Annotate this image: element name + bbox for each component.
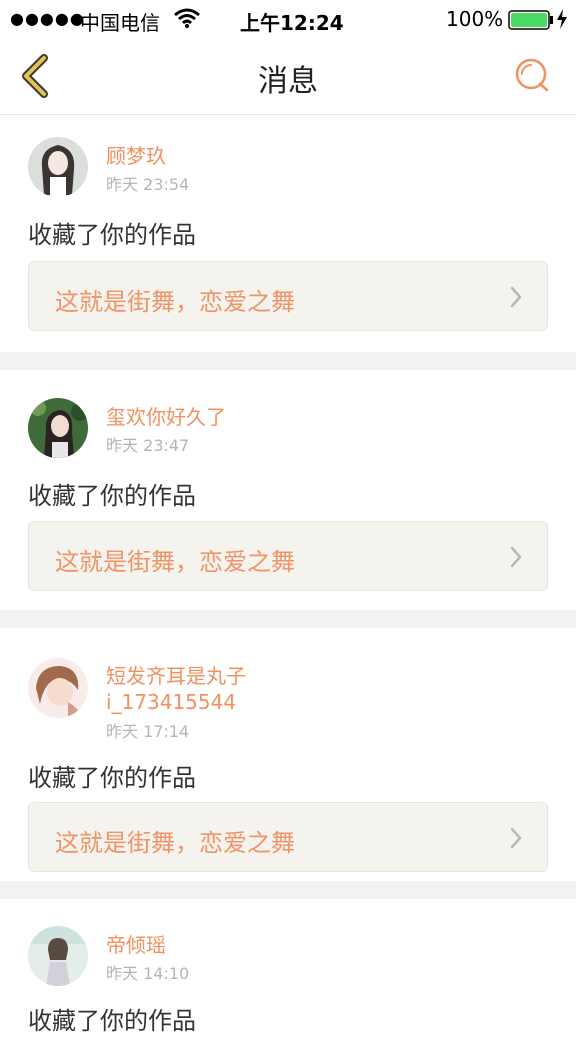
navigation-bar: 消息 <box>0 38 576 115</box>
message-action: 收藏了你的作品 <box>28 221 196 249</box>
sender-name[interactable]: 顾梦玖 <box>106 144 166 168</box>
work-title: 这就是街舞，恋爱之舞 <box>55 548 295 576</box>
message-time: 昨天 14:10 <box>106 964 190 983</box>
charging-icon <box>556 9 568 34</box>
message-action: 收藏了你的作品 <box>28 482 196 510</box>
sender-name[interactable]: 玺欢你好久了 <box>106 405 226 429</box>
carrier-name: 中国电信 <box>80 11 160 35</box>
message-card: 短发齐耳是丸子 i_173415544 昨天 17:14 收藏了你的作品 这就是… <box>0 628 576 881</box>
message-action: 收藏了你的作品 <box>28 1007 196 1035</box>
message-card: 帝倾瑶 昨天 14:10 收藏了你的作品 <box>0 899 576 1039</box>
wifi-icon <box>174 7 200 34</box>
card-separator <box>0 352 576 370</box>
chevron-right-icon <box>510 286 522 308</box>
sender-name-line2[interactable]: i_173415544 <box>106 690 236 714</box>
message-list: 顾梦玖 昨天 23:54 收藏了你的作品 这就是街舞，恋爱之舞 玺欢你好久了 昨… <box>0 115 576 1039</box>
status-bar: ●●●●● 中国电信 上午12:24 100% <box>0 0 576 38</box>
search-icon <box>515 58 549 92</box>
message-time: 昨天 23:54 <box>106 175 190 194</box>
chevron-right-icon <box>510 546 522 568</box>
status-time: 上午12:24 <box>240 11 344 35</box>
work-title: 这就是街舞，恋爱之舞 <box>55 829 295 857</box>
work-link[interactable]: 这就是街舞，恋爱之舞 <box>28 261 548 331</box>
work-title: 这就是街舞，恋爱之舞 <box>55 288 295 316</box>
message-card: 顾梦玖 昨天 23:54 收藏了你的作品 这就是街舞，恋爱之舞 <box>0 115 576 352</box>
signal-strength: ●●●●● <box>10 9 85 28</box>
sender-name[interactable]: 帝倾瑶 <box>106 933 166 957</box>
chevron-right-icon <box>510 827 522 849</box>
avatar[interactable] <box>28 658 88 718</box>
message-action: 收藏了你的作品 <box>28 764 196 792</box>
message-time: 昨天 17:14 <box>106 722 190 741</box>
avatar[interactable] <box>28 398 88 458</box>
battery-percent: 100% <box>446 7 504 31</box>
battery-icon <box>508 10 554 35</box>
card-separator <box>0 610 576 628</box>
avatar[interactable] <box>28 926 88 986</box>
page-title: 消息 <box>258 64 318 99</box>
work-link[interactable]: 这就是街舞，恋爱之舞 <box>28 521 548 591</box>
avatar[interactable] <box>28 137 88 197</box>
message-card: 玺欢你好久了 昨天 23:47 收藏了你的作品 这就是街舞，恋爱之舞 <box>0 370 576 610</box>
card-separator <box>0 881 576 899</box>
search-button[interactable] <box>512 56 552 96</box>
work-link[interactable]: 这就是街舞，恋爱之舞 <box>28 802 548 872</box>
sender-name[interactable]: 短发齐耳是丸子 <box>106 664 246 688</box>
message-time: 昨天 23:47 <box>106 436 190 455</box>
